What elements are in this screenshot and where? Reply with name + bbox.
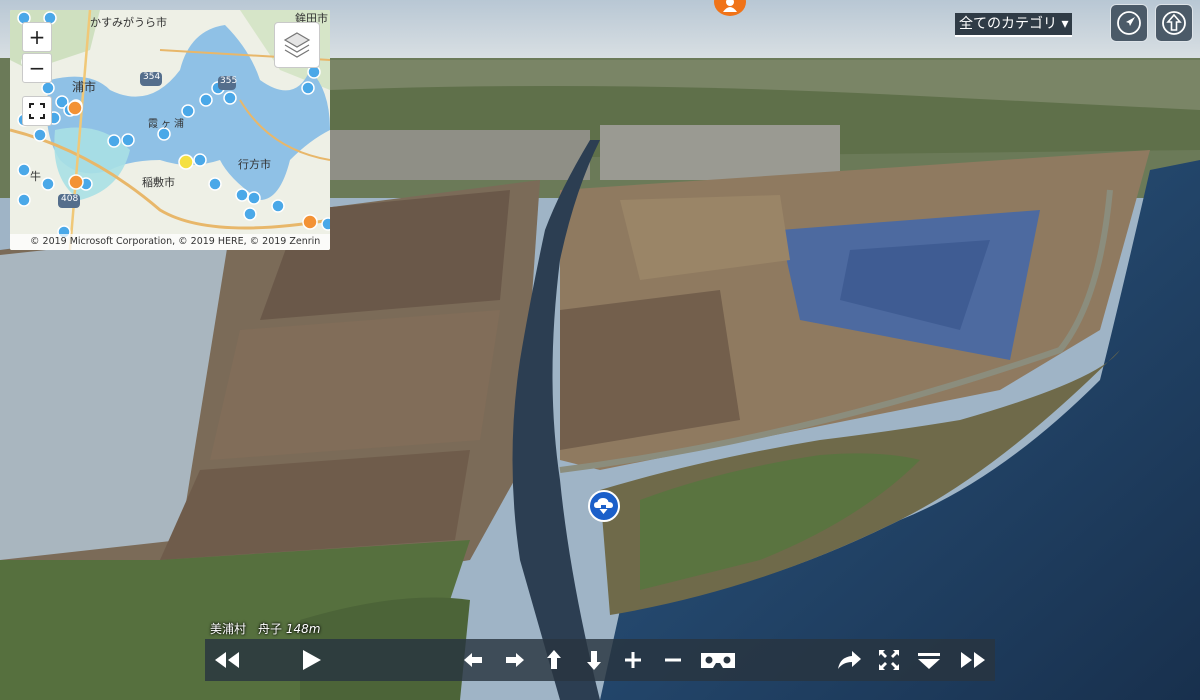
fullscreen-icon: [879, 650, 899, 670]
collapse-down-icon: [918, 653, 940, 669]
map-copyright: © 2019 Microsoft Corporation, © 2019 HER…: [10, 234, 330, 250]
route-shield-354: 354: [143, 72, 161, 82]
arrow-up-icon: [547, 650, 561, 669]
map-layers-button[interactable]: [274, 22, 320, 68]
pan-up-button[interactable]: [538, 644, 570, 676]
rewind-icon: [215, 652, 239, 668]
route-shield-355: 355: [220, 76, 238, 86]
zoom-out-button[interactable]: [657, 644, 689, 676]
next-scene-button[interactable]: [957, 644, 989, 676]
fullscreen-button[interactable]: [873, 644, 905, 676]
minus-icon: [665, 658, 681, 662]
previous-scene-button[interactable]: [211, 644, 243, 676]
map-zoom-in-button[interactable]: +: [22, 22, 52, 52]
play-icon: [303, 650, 321, 670]
map-label-ura: 浦市: [72, 80, 97, 94]
cloud-download-icon: [594, 498, 613, 514]
up-arrow-icon: [1162, 11, 1186, 35]
arrow-right-icon: [506, 653, 524, 667]
arrow-left-icon: [464, 653, 482, 667]
map-zoom-out-button[interactable]: −: [22, 53, 52, 83]
map-label-namegata: 行方市: [238, 158, 271, 171]
navigate-button[interactable]: [1110, 4, 1148, 42]
map-label-inashiki: 稲敷市: [142, 176, 175, 189]
pan-left-button[interactable]: [457, 644, 489, 676]
plus-icon: [625, 652, 641, 668]
arrow-down-icon: [587, 651, 601, 670]
navigation-arrow-icon: [1117, 11, 1141, 35]
map-label-lake: 霞ヶ浦: [148, 119, 187, 130]
map-fullscreen-button[interactable]: [22, 96, 52, 126]
vr-goggles-icon: [701, 653, 735, 668]
person-icon: [723, 0, 737, 12]
fast-forward-icon: [961, 652, 985, 668]
share-button[interactable]: [833, 644, 865, 676]
pan-down-button[interactable]: [578, 644, 610, 676]
location-name: 美浦村 舟子: [210, 622, 283, 636]
altitude-value: 148m: [285, 622, 321, 636]
route-shield-408: 408: [61, 194, 79, 204]
expand-icon: [29, 103, 45, 119]
zoom-in-button[interactable]: [617, 644, 649, 676]
hide-toolbar-button[interactable]: [913, 644, 945, 676]
map-label-kasumigaura: かすみがうら市: [90, 16, 167, 29]
pan-right-button[interactable]: [499, 644, 531, 676]
autoplay-button[interactable]: [295, 644, 327, 676]
top-view-button[interactable]: [1155, 4, 1193, 42]
user-location-marker[interactable]: [714, 0, 746, 16]
layers-icon: [283, 32, 311, 58]
location-caption: 美浦村 舟子 148m: [210, 620, 320, 637]
vr-mode-button[interactable]: [698, 644, 738, 676]
viewer-toolbar: [205, 639, 995, 681]
mini-map[interactable]: かすみがうら市 鉾田市 浦市 霞ヶ浦 行方市 稲敷市 牛 354 408 355…: [10, 10, 330, 250]
share-arrow-icon: [838, 651, 861, 669]
category-dropdown[interactable]: 全てのカテゴリ ▾: [955, 13, 1073, 37]
scene-hotspot[interactable]: [588, 490, 620, 522]
map-label-ushiku: 牛: [30, 170, 41, 183]
